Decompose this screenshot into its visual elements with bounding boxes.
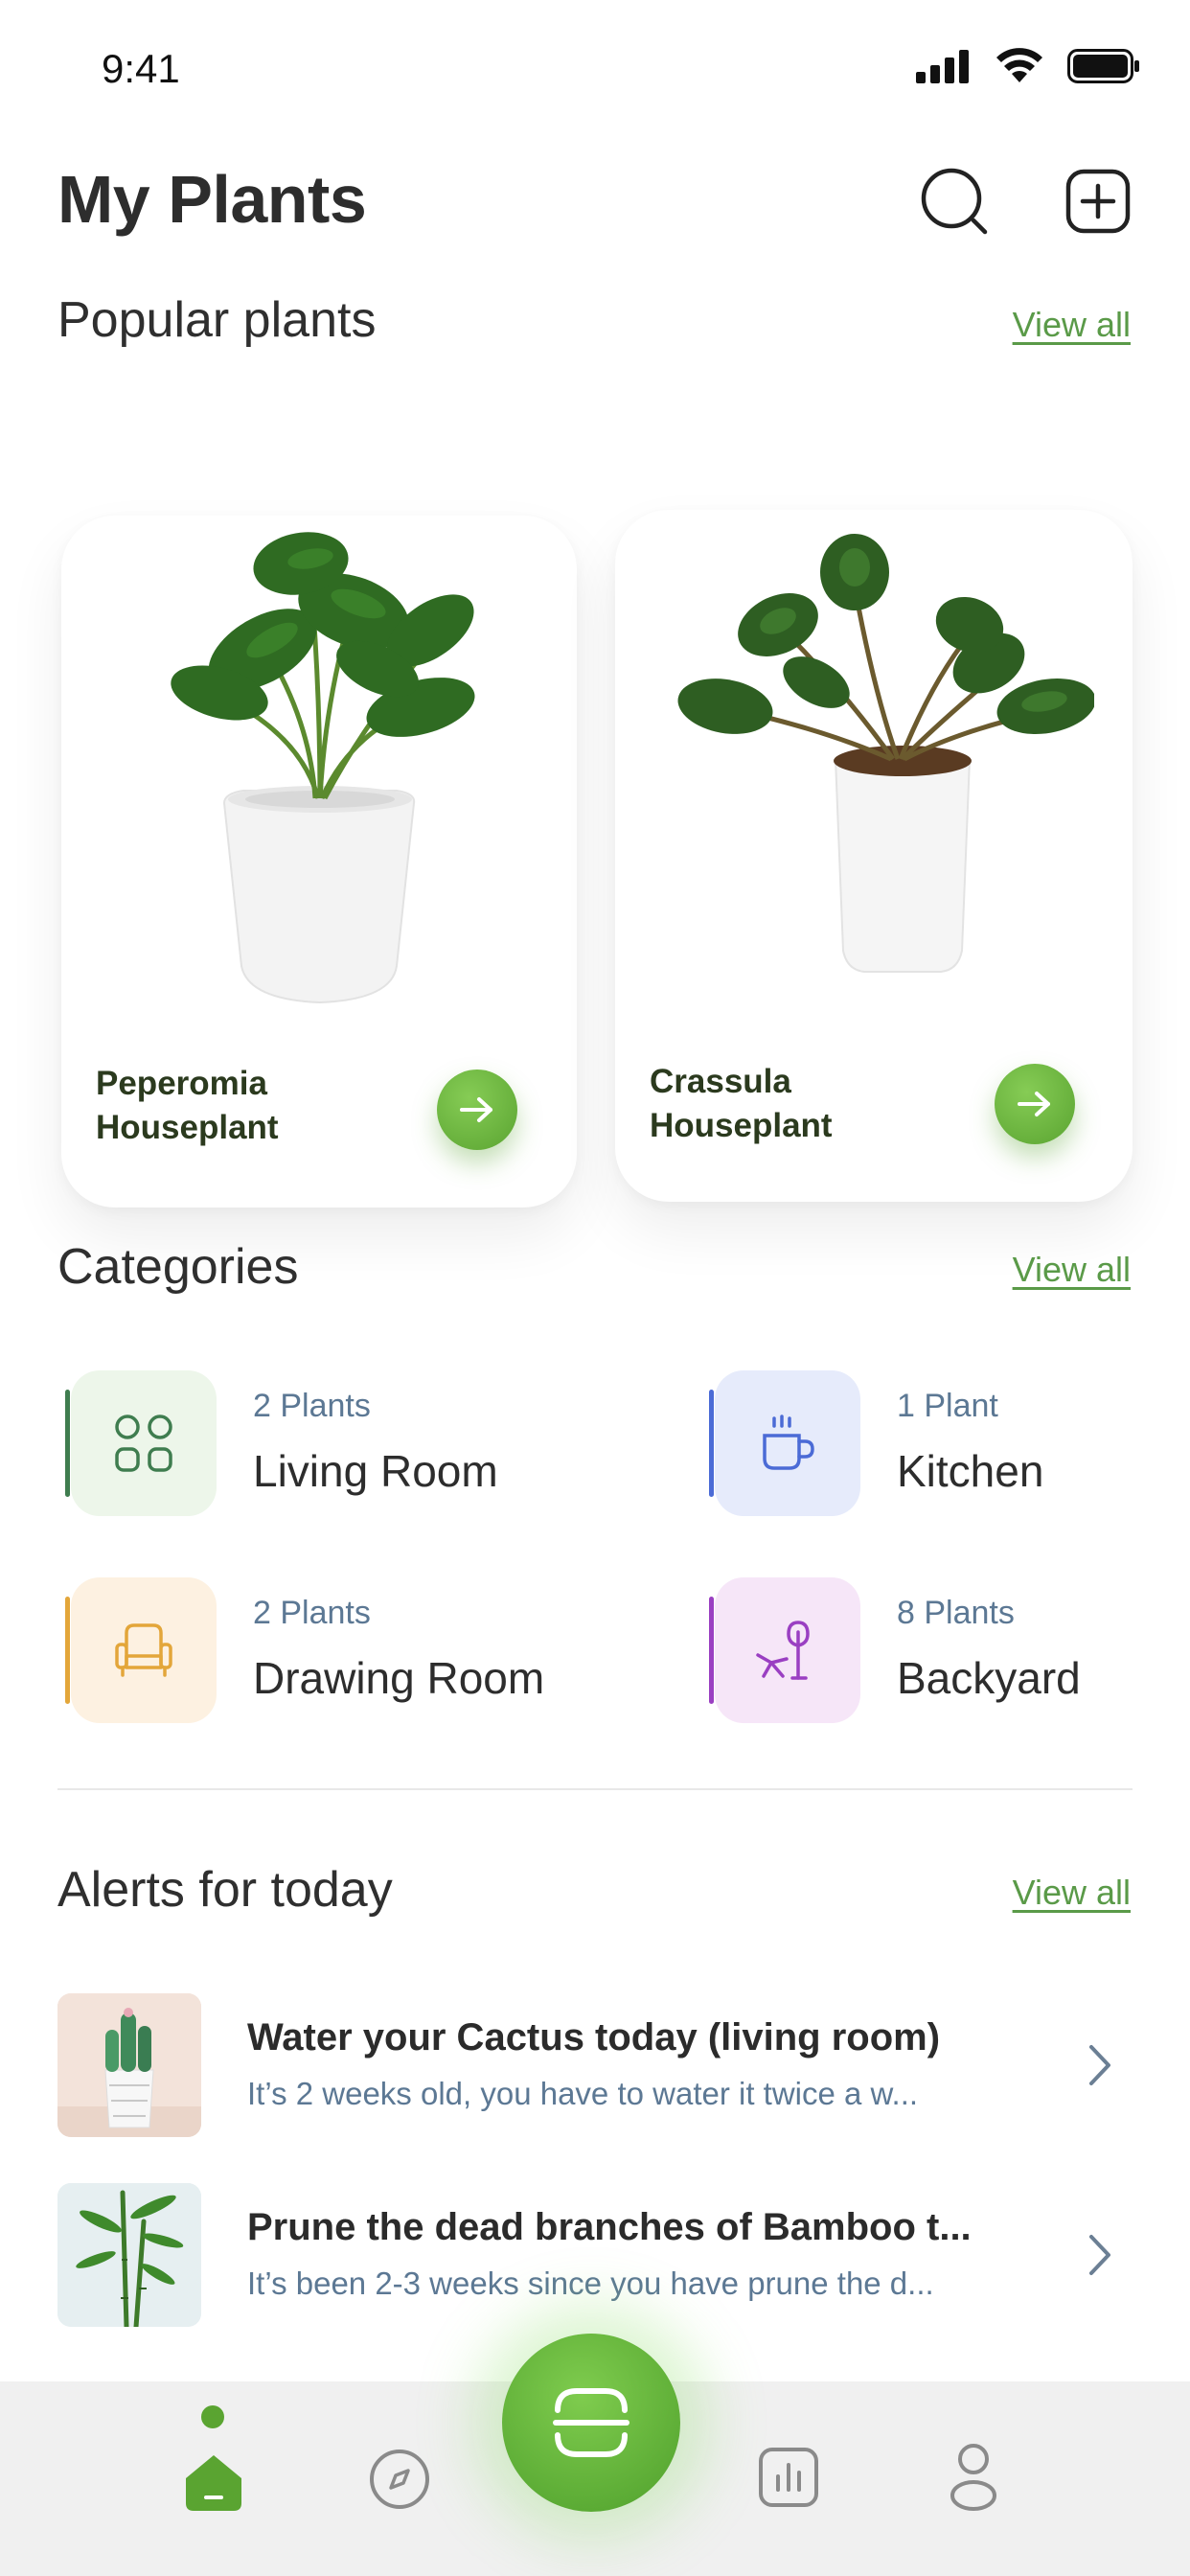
stats-icon — [759, 2448, 818, 2507]
add-icon — [1065, 169, 1131, 234]
page-title: My Plants — [57, 162, 367, 237]
plant-card[interactable]: Peperomia Houseplant — [61, 516, 577, 1208]
category-name: Drawing Room — [253, 1653, 545, 1703]
bamboo-image — [57, 2183, 201, 2327]
category-drawing-room[interactable]: 2 Plants Drawing Room — [65, 1577, 602, 1723]
signal-icon — [916, 50, 969, 83]
category-count: 8 Plants — [897, 1595, 1015, 1631]
plant-name: Peperomia Houseplant — [96, 1062, 279, 1149]
category-name: Living Room — [253, 1446, 498, 1496]
alerts-title: Alerts for today — [57, 1862, 393, 1918]
category-name: Backyard — [897, 1653, 1081, 1703]
status-time: 9:41 — [102, 46, 180, 91]
category-count: 2 Plants — [253, 1388, 371, 1424]
alert-thumbnail — [57, 2183, 201, 2327]
alert-description: It’s 2 weeks old, you have to water it t… — [247, 2076, 919, 2111]
arrow-right-icon — [460, 1097, 492, 1122]
compass-icon — [370, 2450, 429, 2509]
category-accent-bar — [709, 1390, 714, 1497]
open-plant-button[interactable] — [995, 1064, 1075, 1144]
chevron-right-icon — [1089, 2235, 1110, 2275]
section-divider — [57, 1788, 1133, 1790]
add-plant-button[interactable] — [1060, 163, 1136, 240]
plant-card[interactable]: Crassula Houseplant — [615, 510, 1133, 1202]
category-kitchen[interactable]: 1 Plant Kitchen — [709, 1370, 1150, 1516]
nav-stats[interactable] — [757, 2446, 826, 2515]
open-plant-button[interactable] — [437, 1070, 517, 1150]
category-icon-box — [715, 1370, 860, 1516]
category-count: 1 Plant — [897, 1388, 998, 1424]
nav-home[interactable] — [174, 2382, 251, 2526]
alert-thumbnail — [57, 1993, 201, 2137]
cactus-image — [57, 1993, 201, 2137]
alert-description: It’s been 2-3 weeks since you have prune… — [247, 2266, 934, 2301]
plant-image — [677, 534, 1094, 973]
categories-view-all-link[interactable]: View all — [1013, 1250, 1131, 1290]
battery-icon — [1067, 49, 1139, 83]
category-name: Kitchen — [897, 1446, 1044, 1496]
search-button[interactable] — [916, 163, 993, 240]
plant-name-line1: Crassula — [650, 1063, 791, 1100]
active-indicator-dot — [201, 2405, 224, 2428]
plant-name-line2: Houseplant — [650, 1106, 833, 1144]
popular-plants-title: Popular plants — [57, 292, 377, 348]
nav-explore[interactable] — [368, 2448, 437, 2517]
garden-chair-icon — [756, 1621, 810, 1680]
plant-name: Crassula Houseplant — [650, 1060, 833, 1147]
alert-title: Water your Cactus today (living room) — [247, 2016, 941, 2058]
alerts-view-all-link[interactable]: View all — [1013, 1873, 1131, 1913]
scan-icon — [553, 2388, 629, 2457]
grid-icon — [115, 1414, 172, 1472]
category-icon-box — [71, 1577, 217, 1723]
category-accent-bar — [65, 1390, 70, 1497]
categories-title: Categories — [57, 1239, 299, 1295]
chevron-right-icon — [1089, 2045, 1110, 2085]
alert-item[interactable]: Prune the dead branches of Bamboo t... I… — [57, 2183, 1133, 2329]
plant-image — [171, 532, 475, 1004]
plant-name-line2: Houseplant — [96, 1108, 279, 1146]
wifi-icon — [996, 48, 1042, 82]
category-backyard[interactable]: 8 Plants Backyard — [709, 1577, 1150, 1723]
plant-name-line1: Peperomia — [96, 1065, 267, 1102]
alert-item[interactable]: Water your Cactus today (living room) It… — [57, 1993, 1133, 2139]
cup-icon — [763, 1414, 814, 1470]
nav-profile[interactable] — [947, 2442, 1004, 2518]
profile-icon — [950, 2444, 996, 2511]
category-count: 2 Plants — [253, 1595, 371, 1631]
popular-view-all-link[interactable]: View all — [1013, 305, 1131, 345]
armchair-icon — [115, 1623, 172, 1677]
category-accent-bar — [709, 1597, 714, 1704]
search-icon — [921, 168, 988, 235]
category-living-room[interactable]: 2 Plants Living Room — [65, 1370, 602, 1516]
alert-title: Prune the dead branches of Bamboo t... — [247, 2206, 972, 2248]
category-icon-box — [715, 1577, 860, 1723]
home-icon — [186, 2455, 241, 2511]
arrow-right-icon — [1018, 1092, 1050, 1116]
scan-button[interactable] — [502, 2334, 680, 2512]
category-accent-bar — [65, 1597, 70, 1704]
category-icon-box — [71, 1370, 217, 1516]
status-icons — [916, 48, 1140, 84]
